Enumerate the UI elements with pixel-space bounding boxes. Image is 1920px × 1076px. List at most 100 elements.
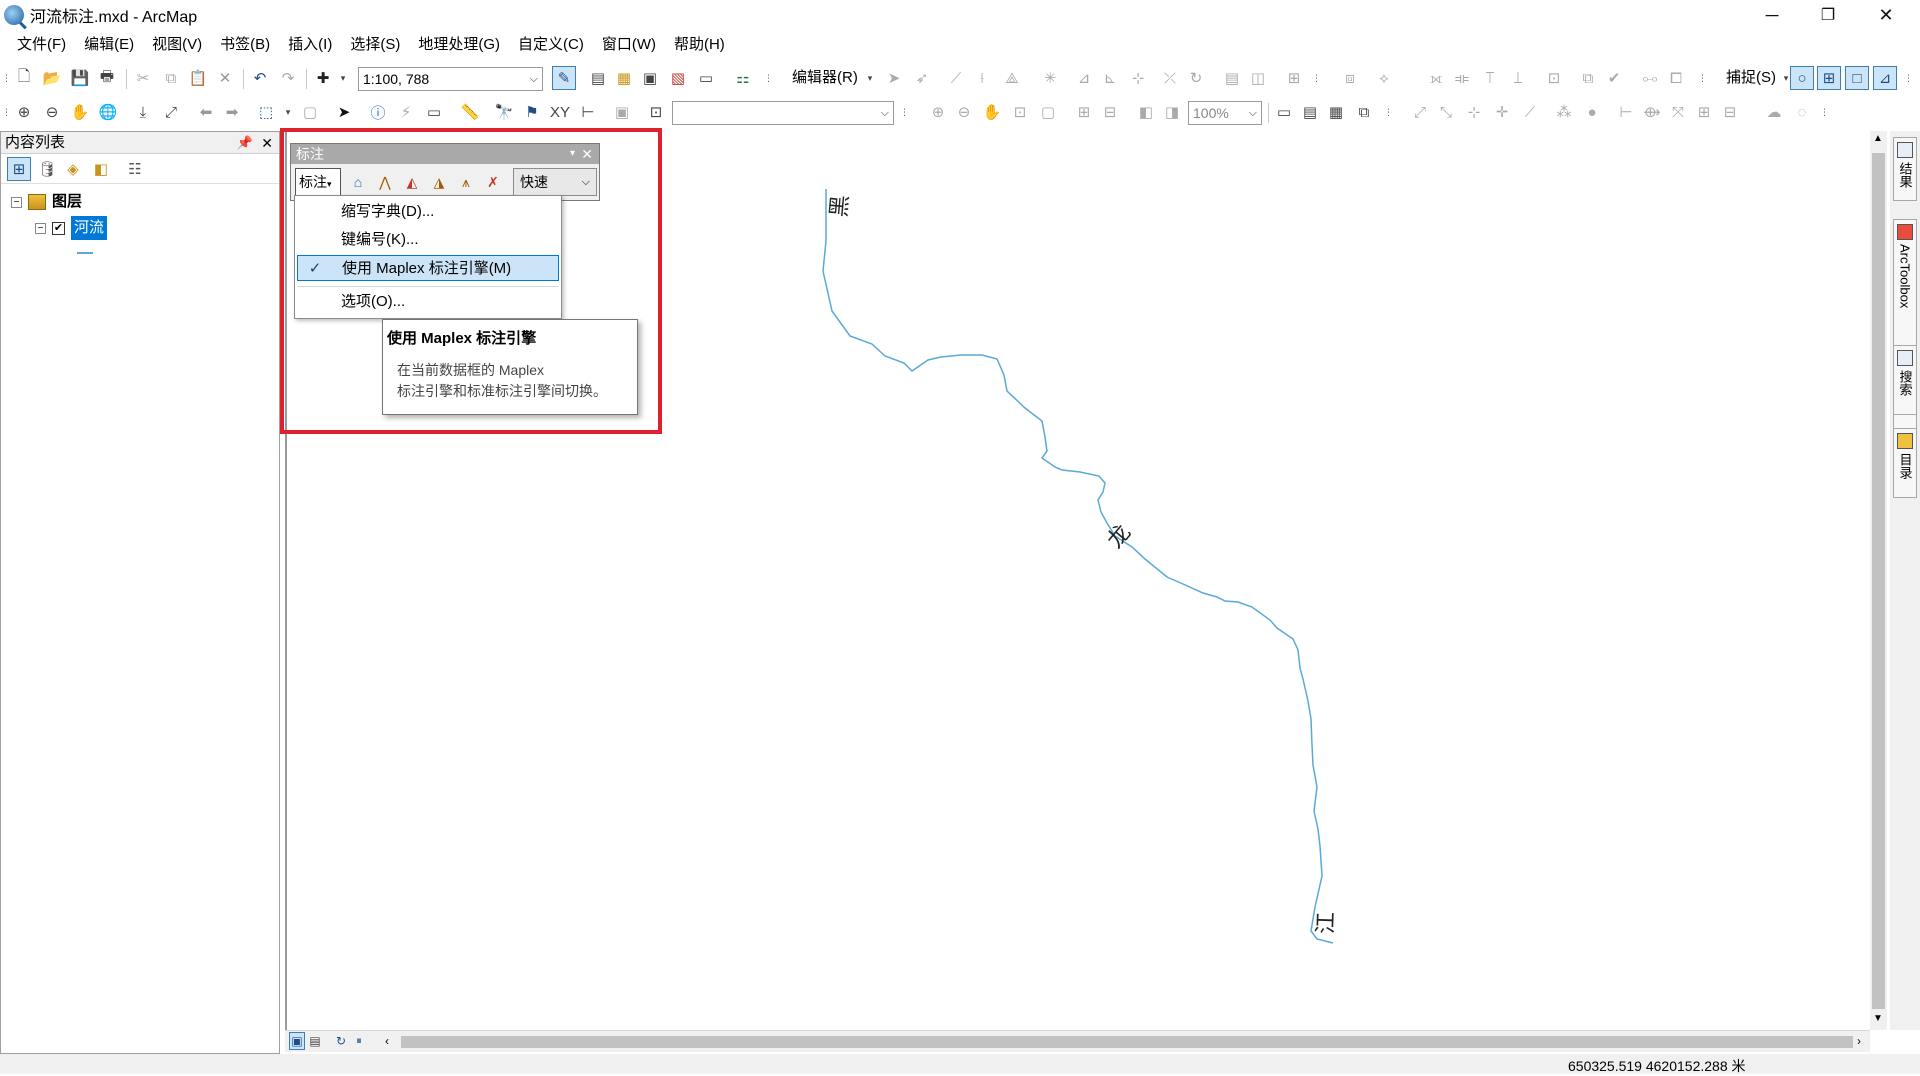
editor-toolbar-icon[interactable]: ✎ bbox=[554, 68, 574, 88]
pin-icon[interactable]: 📌 bbox=[237, 132, 253, 154]
undo-icon[interactable]: ↶ bbox=[250, 68, 270, 88]
arctoolbox-tab[interactable]: ArcToolbox bbox=[1893, 219, 1917, 455]
cloud-icon[interactable]: ☁ bbox=[1764, 102, 1784, 122]
html-popup-icon[interactable]: ▭ bbox=[424, 102, 444, 122]
menu-customize[interactable]: 自定义(C) bbox=[509, 31, 593, 59]
copy-icon[interactable]: ⧉ bbox=[161, 68, 181, 88]
menu-bookmarks[interactable]: 书签(B) bbox=[211, 31, 279, 59]
extend-icon[interactable]: ⟘ bbox=[1508, 68, 1528, 88]
map-vertical-scrollbar[interactable]: ▲ ▼ bbox=[1870, 131, 1887, 1030]
toolbar-grip[interactable]: ⋮ bbox=[1312, 73, 1321, 83]
labeling-toolbar-close-icon[interactable]: ✕ bbox=[581, 144, 593, 164]
layer-name[interactable]: 河流 bbox=[71, 216, 108, 240]
restore-button[interactable]: ❐ bbox=[1800, 0, 1856, 30]
zoom-out-icon[interactable]: ⊖ bbox=[42, 102, 62, 122]
refresh-cache-icon[interactable]: ◌ bbox=[1792, 102, 1812, 122]
toolbar-options-icon[interactable]: ▾ bbox=[570, 144, 575, 164]
georef-link-icon[interactable]: ⊹ bbox=[1464, 102, 1484, 122]
validate-icon[interactable]: ✔ bbox=[1604, 68, 1624, 88]
lock-labels-icon[interactable]: ⋀ bbox=[374, 171, 396, 193]
refresh-view-icon[interactable]: ↻ bbox=[333, 1032, 349, 1050]
trace-icon[interactable]: ⟁ bbox=[1002, 68, 1022, 88]
layout-zoom-out-icon[interactable]: ⊖ bbox=[954, 102, 974, 122]
edit-annotation-icon[interactable]: ➶ bbox=[912, 68, 932, 88]
print-icon[interactable]: 🖶 bbox=[97, 68, 117, 88]
back-extent-icon[interactable]: ◧ bbox=[1136, 102, 1156, 122]
search-window-icon[interactable]: ▣ bbox=[640, 68, 660, 88]
list-by-source-icon[interactable]: 🛢 bbox=[37, 159, 57, 179]
toggle-draft-mode-icon[interactable]: ▭ bbox=[1274, 102, 1294, 122]
vertical-scroll-thumb[interactable] bbox=[1872, 153, 1885, 1009]
horizontal-scroll-thumb[interactable] bbox=[401, 1036, 1853, 1048]
edit-tool-icon[interactable]: ➤ bbox=[884, 68, 904, 88]
topology-icon[interactable]: ⟡ bbox=[1374, 68, 1394, 88]
options-icon[interactable]: ☷ bbox=[125, 159, 145, 179]
fixed-zoom-in-icon[interactable]: ⤓ bbox=[133, 102, 153, 122]
menu-view[interactable]: 视图(V) bbox=[143, 31, 211, 59]
geometric-network-icon[interactable]: ⧉ bbox=[1578, 68, 1598, 88]
cut-icon[interactable]: ✂ bbox=[133, 68, 153, 88]
menu-item-abbreviation-dictionary[interactable]: 缩写字典(D)... bbox=[297, 199, 559, 225]
data-driven-pages-icon[interactable]: ⧉ bbox=[1354, 102, 1374, 122]
create-features-icon[interactable]: ⊞ bbox=[1284, 68, 1304, 88]
select-dropdown-icon[interactable]: ▾ bbox=[278, 102, 298, 122]
new-document-icon[interactable]: 🗋 bbox=[14, 68, 34, 88]
layer-group-row[interactable]: − 图层 bbox=[11, 190, 82, 214]
layout-view-icon[interactable]: ▤ bbox=[307, 1032, 323, 1050]
clear-selection-icon[interactable]: ▢ bbox=[300, 102, 320, 122]
georef-line-icon[interactable]: ⟋ bbox=[1520, 102, 1540, 122]
paste-icon[interactable]: 📋 bbox=[188, 68, 208, 88]
toolbar-grip[interactable]: ⋮ bbox=[2, 107, 11, 117]
menu-insert[interactable]: 插入(I) bbox=[279, 31, 341, 59]
reshape-icon[interactable]: ⊾ bbox=[1100, 68, 1120, 88]
search-tab[interactable]: 搜索 bbox=[1893, 345, 1917, 415]
catalog-tab[interactable]: 目录 bbox=[1893, 428, 1917, 498]
identify-icon[interactable]: ⓘ bbox=[368, 102, 388, 122]
back-icon[interactable]: ⬅ bbox=[196, 102, 216, 122]
toolbar-grip[interactable]: ⋮ bbox=[2, 73, 11, 83]
find-route-icon[interactable]: ⚑ bbox=[522, 102, 542, 122]
reconcile-icon[interactable]: ⧠ bbox=[1666, 68, 1686, 88]
menu-windows[interactable]: 窗口(W) bbox=[593, 31, 665, 59]
arctoolbox-icon[interactable]: ▧ bbox=[668, 68, 688, 88]
pan-icon[interactable]: ✋ bbox=[70, 102, 90, 122]
cut-polygon-icon[interactable]: ⊹ bbox=[1128, 68, 1148, 88]
copy-parallel-icon[interactable]: ⟚ bbox=[1452, 68, 1472, 88]
straight-segment-icon[interactable]: ⟋ bbox=[946, 68, 966, 88]
attributes-icon[interactable]: ▤ bbox=[1222, 68, 1242, 88]
label-manager-icon[interactable]: ⌂ bbox=[347, 171, 369, 193]
label-weight-icon[interactable]: ✗ bbox=[482, 171, 504, 193]
split-icon[interactable]: ⤫ bbox=[1160, 68, 1180, 88]
label-priority-icon[interactable]: ⩚ bbox=[455, 171, 477, 193]
go-to-xy-icon[interactable]: XY bbox=[550, 102, 570, 122]
python-window-icon[interactable]: ▭ bbox=[696, 68, 716, 88]
view-unplaced-labels-icon[interactable]: ◮ bbox=[428, 171, 450, 193]
toolbar-grip[interactable]: ⋮ bbox=[764, 73, 773, 83]
table-grid-icon[interactable]: ⊟ bbox=[1720, 102, 1740, 122]
menu-geoprocessing[interactable]: 地理处理(G) bbox=[409, 31, 509, 59]
layer-row-river[interactable]: − ✔ 河流 bbox=[35, 216, 108, 240]
labeling-toolbar-titlebar[interactable]: 标注 ▾ ✕ bbox=[291, 144, 599, 164]
fixed-zoom-out-icon[interactable]: ⤢ bbox=[161, 102, 181, 122]
pause-drawing-icon[interactable]: ⏸ bbox=[351, 1032, 367, 1050]
change-layout-icon[interactable]: ▦ bbox=[1326, 102, 1346, 122]
toolbar-grip[interactable]: ⋮ bbox=[1384, 107, 1393, 117]
zoom-in-icon[interactable]: ⊕ bbox=[14, 102, 34, 122]
time-slider-icon[interactable]: ⊢ bbox=[578, 102, 598, 122]
zoom-100-icon[interactable]: ▢ bbox=[1038, 102, 1058, 122]
add-data-dropdown-icon[interactable]: ▾ bbox=[333, 68, 353, 88]
advanced-edit-icon[interactable]: ⟗ bbox=[1426, 68, 1446, 88]
catalog-icon[interactable]: ▦ bbox=[614, 68, 634, 88]
cogo-icon[interactable]: ⊢ bbox=[1616, 102, 1636, 122]
modelbuilder-icon[interactable]: ⚏ bbox=[733, 68, 753, 88]
rotate-icon[interactable]: ↻ bbox=[1186, 68, 1206, 88]
menu-item-use-maplex[interactable]: ✓ 使用 Maplex 标注引擎(M) bbox=[297, 255, 559, 281]
parcel-icon[interactable]: ⟴ bbox=[1642, 102, 1662, 122]
toc-close-icon[interactable]: ✕ bbox=[261, 132, 273, 154]
create-viewer-icon[interactable]: ▣ bbox=[612, 102, 632, 122]
editor-menu[interactable]: 编辑器(R) bbox=[792, 66, 858, 90]
menu-help[interactable]: 帮助(H) bbox=[665, 31, 734, 59]
delete-icon[interactable]: ✕ bbox=[215, 68, 235, 88]
measure-icon[interactable]: 📏 bbox=[460, 102, 480, 122]
layout-pan-icon[interactable]: ✋ bbox=[982, 102, 1002, 122]
